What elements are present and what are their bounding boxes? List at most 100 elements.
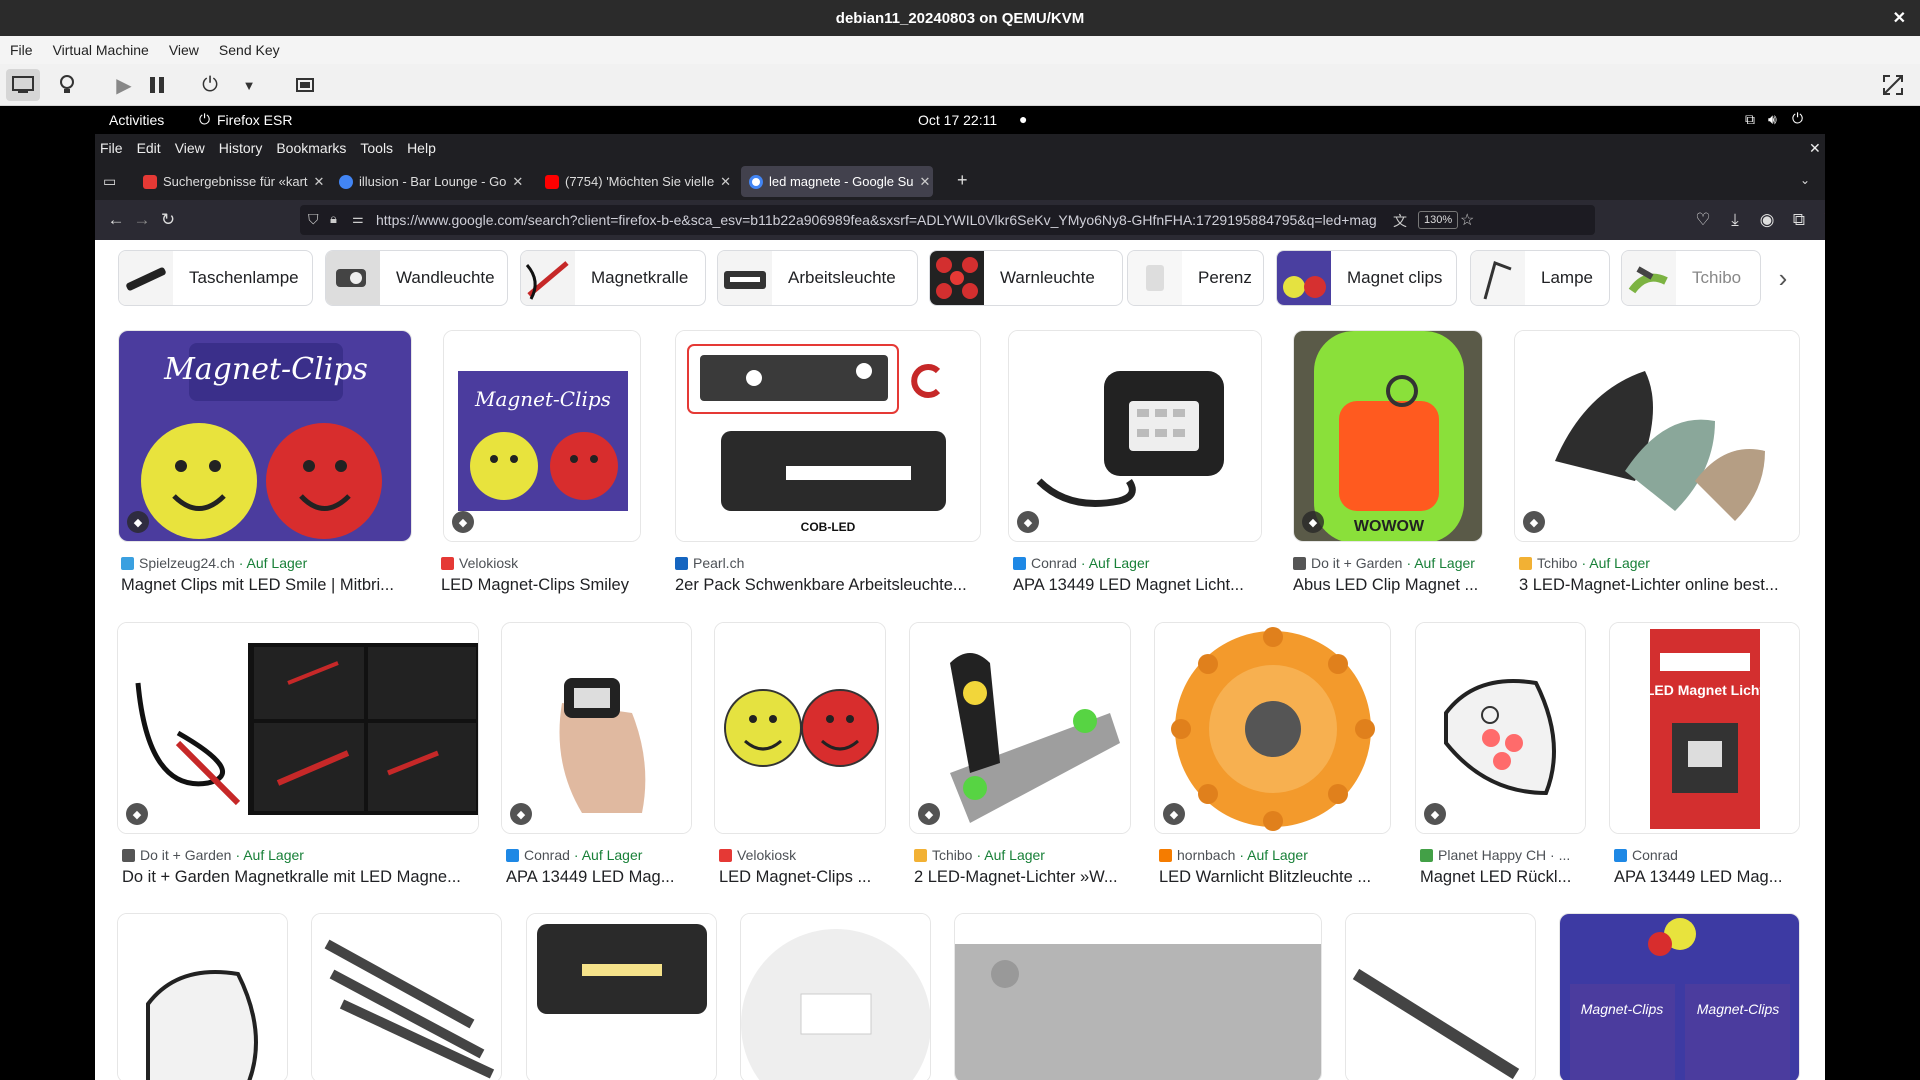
new-tab-icon[interactable]: +	[957, 170, 968, 191]
result-source[interactable]: Conrad · Auf Lager	[1013, 555, 1149, 571]
ff-menu-tools[interactable]: Tools	[353, 140, 400, 156]
chip-arbeitsleuchte[interactable]: Arbeitsleuchte	[717, 250, 918, 306]
result-image[interactable]: LED Magnet Licht	[1609, 622, 1800, 834]
result-title[interactable]: APA 13449 LED Mag...	[506, 868, 692, 887]
result-title[interactable]: Magnet LED Rückl...	[1420, 868, 1586, 887]
result-image[interactable]	[526, 913, 717, 1080]
menu-virtual-machine[interactable]: Virtual Machine	[43, 42, 159, 58]
downloads-icon[interactable]: ⤓	[1724, 209, 1746, 231]
console-view-icon[interactable]	[6, 69, 40, 101]
result-title[interactable]: LED Warnlicht Blitzleuchte ...	[1159, 868, 1391, 887]
result-image[interactable]	[311, 913, 502, 1080]
result-image[interactable]	[954, 913, 1322, 1080]
lightbulb-icon[interactable]	[50, 69, 84, 101]
menu-send-key[interactable]: Send Key	[209, 42, 290, 58]
result-source[interactable]: Tchibo · Auf Lager	[1519, 555, 1650, 571]
result-card[interactable]: COB-LED Pearl.ch 2er Pack Schwenkbare Ar…	[675, 330, 981, 610]
result-card[interactable]: Magnet-Clips ◆ Spielzeug24.ch · Auf Lager…	[118, 330, 412, 610]
pocket-icon[interactable]: ♡	[1692, 209, 1714, 231]
play-icon[interactable]: ▶	[107, 69, 141, 101]
power-menu-icon[interactable]: ⏻	[1792, 110, 1803, 127]
chevron-down-icon[interactable]: ▼	[232, 69, 266, 101]
result-image[interactable]: COB-LED	[675, 330, 981, 542]
result-source[interactable]: Do it + Garden · Auf Lager	[122, 847, 304, 863]
ff-menu-history[interactable]: History	[212, 140, 270, 156]
bookmark-star-icon[interactable]: ☆	[1460, 210, 1474, 230]
power-icon[interactable]: ⏻	[193, 69, 227, 101]
result-title[interactable]: 2 LED-Magnet-Lichter »W...	[914, 868, 1131, 887]
result-source[interactable]: Pearl.ch	[675, 555, 744, 571]
url-bar[interactable]: ⛉ 🔒︎ ⚌ https://www.google.com/search?cli…	[300, 205, 1595, 235]
result-card[interactable]	[1345, 913, 1536, 1080]
result-source[interactable]: Velokiosk	[719, 847, 796, 863]
activities-button[interactable]: Activities	[109, 112, 164, 128]
result-source[interactable]: Planet Happy CH · ...	[1420, 847, 1570, 863]
pause-icon[interactable]	[140, 69, 174, 101]
result-card[interactable]	[311, 913, 502, 1080]
reload-icon[interactable]: ↻	[157, 209, 179, 231]
menu-view[interactable]: View	[159, 42, 209, 58]
result-card[interactable]: ◆ Conrad · Auf Lager APA 13449 LED Mag...	[501, 622, 692, 902]
tab-suchergebnisse[interactable]: Suchergebnisse für «kart ✕	[135, 166, 325, 197]
tab-list-icon[interactable]: ⌄	[1800, 173, 1810, 187]
ublock-icon[interactable]: ⛊	[1820, 209, 1826, 231]
menu-file[interactable]: File	[0, 42, 43, 58]
tab-youtube[interactable]: (7754) 'Möchten Sie vielle ✕	[537, 166, 735, 197]
result-image[interactable]	[714, 622, 886, 834]
chip-taschenlampe[interactable]: Taschenlampe	[118, 250, 313, 306]
result-title[interactable]: LED Magnet-Clips ...	[719, 868, 886, 887]
result-image[interactable]	[1345, 913, 1536, 1080]
result-image[interactable]: ◆	[1154, 622, 1391, 834]
result-image[interactable]: Magnet-Clips ◆	[443, 330, 641, 542]
tab-overview-icon[interactable]: ▭	[103, 173, 116, 190]
account-icon[interactable]: ◉	[1756, 209, 1778, 231]
extensions-icon[interactable]: ⧉	[1788, 209, 1810, 231]
result-title[interactable]: Magnet Clips mit LED Smile | Mitbri...	[121, 576, 413, 595]
lock-icon[interactable]: 🔒︎	[330, 211, 337, 227]
result-image[interactable]: ◆	[1514, 330, 1800, 542]
result-card[interactable]: ◆ Tchibo · Auf Lager 2 LED-Magnet-Lichter…	[909, 622, 1131, 902]
forward-icon[interactable]: →	[131, 209, 153, 231]
chip-tchibo[interactable]: Tchibo	[1621, 250, 1761, 306]
result-source[interactable]: hornbach · Auf Lager	[1159, 847, 1308, 863]
network-icon[interactable]: ⧉	[1745, 111, 1755, 128]
chip-perenz[interactable]: Perenz	[1127, 250, 1264, 306]
result-title[interactable]: 3 LED-Magnet-Lichter online best...	[1519, 576, 1799, 595]
ff-menu-help[interactable]: Help	[400, 140, 443, 156]
result-card[interactable]	[117, 913, 288, 1080]
result-title[interactable]: LED Magnet-Clips Smiley	[441, 576, 639, 595]
result-card[interactable]: ◆ Conrad · Auf Lager APA 13449 LED Magnet…	[1008, 330, 1262, 610]
result-card[interactable]	[526, 913, 717, 1080]
ff-menu-edit[interactable]: Edit	[130, 140, 168, 156]
tab-illusion[interactable]: illusion - Bar Lounge - Go ✕	[331, 166, 531, 197]
result-title[interactable]: APA 13449 LED Mag...	[1614, 868, 1800, 887]
result-title[interactable]: Abus LED Clip Magnet ...	[1293, 576, 1483, 595]
tab-close-icon[interactable]: ✕	[506, 174, 523, 190]
chip-magnet-clips[interactable]: Magnet clips	[1276, 250, 1457, 306]
snapshots-icon[interactable]	[288, 69, 322, 101]
result-image[interactable]: Magnet-Clips ◆	[118, 330, 412, 542]
tab-close-icon[interactable]: ✕	[714, 174, 731, 190]
chevron-right-icon[interactable]: ›	[1761, 250, 1805, 306]
ff-menu-view[interactable]: View	[168, 140, 212, 156]
tab-close-icon[interactable]: ✕	[914, 174, 931, 190]
result-card[interactable]: ◆ Do it + Garden · Auf Lager Do it + Gard…	[117, 622, 479, 902]
chip-wandleuchte[interactable]: Wandleuchte	[325, 250, 508, 306]
chip-lampe[interactable]: Lampe	[1470, 250, 1610, 306]
close-icon[interactable]: ✕	[1893, 8, 1906, 28]
result-card[interactable]: Velokiosk LED Magnet-Clips ...	[714, 622, 886, 902]
translate-icon[interactable]: 文	[1393, 211, 1407, 231]
result-source[interactable]: Tchibo · Auf Lager	[914, 847, 1045, 863]
result-title[interactable]: APA 13449 LED Magnet Licht...	[1013, 576, 1263, 595]
result-image[interactable]: WOWOW ◆	[1293, 330, 1483, 542]
clock[interactable]: Oct 17 22:11	[918, 112, 997, 128]
chip-magnetkralle[interactable]: Magnetkralle	[520, 250, 706, 306]
permissions-icon[interactable]: ⚌	[352, 211, 364, 227]
volume-icon[interactable]: 🔊︎	[1768, 111, 1777, 128]
result-card[interactable]: Magnet-Clips Magnet-Clips	[1559, 913, 1800, 1080]
chip-warnleuchte[interactable]: Warnleuchte	[929, 250, 1123, 306]
result-image[interactable]: ◆	[1008, 330, 1262, 542]
result-source[interactable]: Conrad	[1614, 847, 1678, 863]
url-text[interactable]: https://www.google.com/search?client=fir…	[376, 212, 1376, 228]
result-card[interactable]	[740, 913, 931, 1080]
